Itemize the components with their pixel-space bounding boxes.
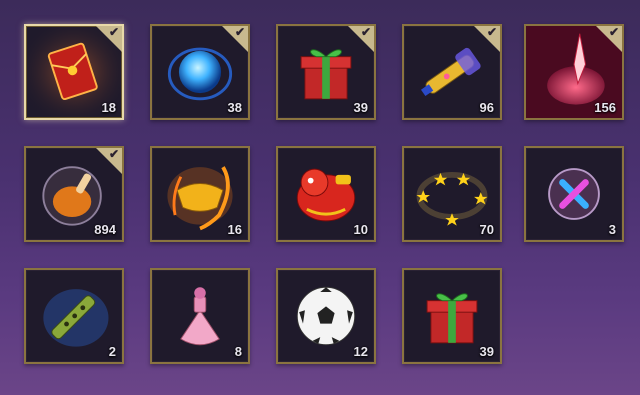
item-slot-roast-chicken-bubble[interactable]: ✔ 894	[24, 146, 124, 242]
item-slot-star-ring[interactable]: 70	[402, 146, 502, 242]
item-slot-red-lion-figure[interactable]: 10	[276, 146, 376, 242]
pink-perfume-bottle-icon	[180, 287, 220, 346]
item-count: 38	[227, 100, 242, 115]
green-flute-icon	[43, 289, 109, 347]
item-count: 18	[101, 100, 116, 115]
item-count: 894	[94, 222, 116, 237]
item-count: 8	[234, 344, 242, 359]
item-count: 96	[479, 100, 494, 115]
cross-bubble-icon	[548, 168, 600, 220]
check-icon: ✔	[608, 25, 619, 39]
item-count: 39	[353, 100, 368, 115]
item-slot-soccer-ball[interactable]: 12	[276, 268, 376, 364]
item-slot-green-flute[interactable]: 2	[24, 268, 124, 364]
item-count: 156	[594, 100, 616, 115]
item-count: 10	[353, 222, 368, 237]
inventory-grid: ✔ 18 ✔ 38 ✔ 39 ✔ 96 ✔ 156 ✔ 894 16 10 70…	[24, 24, 624, 369]
item-slot-pink-perfume-bottle[interactable]: 8	[150, 268, 250, 364]
item-count: 2	[108, 344, 116, 359]
item-count: 70	[479, 222, 494, 237]
item-count: 3	[608, 222, 616, 237]
check-icon: ✔	[486, 25, 497, 39]
item-slot-red-envelope[interactable]: ✔ 18	[24, 24, 124, 120]
item-count: 16	[227, 222, 242, 237]
check-icon: ✔	[234, 25, 245, 39]
check-icon: ✔	[360, 25, 371, 39]
item-count: 39	[479, 344, 494, 359]
check-icon: ✔	[108, 25, 119, 39]
item-slot-blue-orb[interactable]: ✔ 38	[150, 24, 250, 120]
item-slot-water-gun[interactable]: ✔ 96	[402, 24, 502, 120]
item-slot-gift-box-2[interactable]: 39	[402, 268, 502, 364]
item-slot-red-heart-blade[interactable]: ✔ 156	[524, 24, 624, 120]
item-slot-gift-box[interactable]: ✔ 39	[276, 24, 376, 120]
item-slot-cross-bubble[interactable]: 3	[524, 146, 624, 242]
check-icon: ✔	[108, 147, 119, 161]
item-slot-gold-ingot-fish[interactable]: 16	[150, 146, 250, 242]
item-count: 12	[353, 344, 368, 359]
